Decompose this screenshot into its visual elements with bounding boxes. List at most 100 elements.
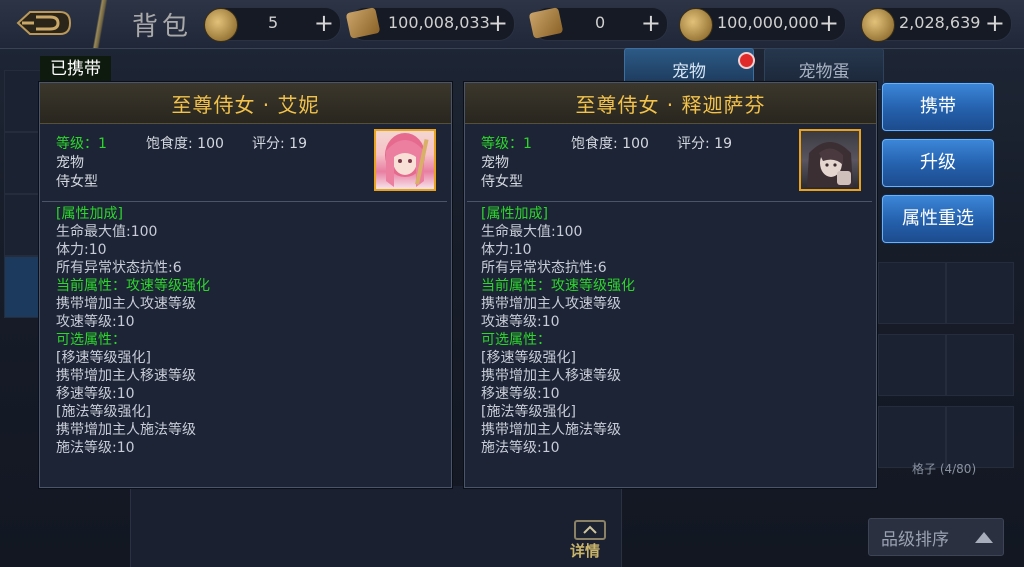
attribute-line: 施法等级:10 (56, 440, 135, 456)
panel-header: 至尊侍女 · 艾妮 (40, 83, 451, 124)
coin-icon (679, 8, 713, 42)
attribute-list: [属性加成] 生命最大值:100 体力:10 所有异常状态抗性:6 当前属性：攻速等级强… (56, 205, 210, 457)
reroll-attributes-button[interactable]: 属性重选 (882, 195, 994, 243)
attribute-line: 移速等级:10 (481, 386, 560, 402)
resource-scroll: 100,008,033 + (345, 7, 515, 41)
attribute-line: 携带增加主人移速等级 (56, 368, 196, 384)
attribute-line: [施法等级强化] (56, 404, 151, 420)
add-button[interactable]: + (641, 10, 661, 36)
grid-cell[interactable] (946, 406, 1014, 468)
add-button[interactable]: + (819, 10, 839, 36)
satiety: 饱食度: 100 (146, 136, 224, 152)
carried-label: 已携带 (40, 56, 111, 82)
attribute-line: 生命最大值:100 (56, 224, 158, 240)
carry-button[interactable]: 携带 (882, 83, 994, 131)
attribute-line: 施法等级:10 (481, 440, 560, 456)
attribute-line: [属性加成] (56, 206, 123, 222)
detail-strip (130, 486, 622, 567)
satiety: 饱食度: 100 (571, 136, 649, 152)
pet-category: 宠物 (481, 155, 509, 171)
attribute-line: [移速等级强化] (56, 350, 151, 366)
pet-panel-right: 至尊侍女 · 释迦萨芬 等级：1 饱食度: 100 评分: 19 宠物 侍女型 [属… (464, 82, 877, 488)
grid-cell[interactable] (878, 406, 946, 468)
add-button[interactable]: + (985, 10, 1005, 36)
pet-panel-left: 至尊侍女 · 艾妮 等级：1 饱食度: 100 评分: 19 宠物 侍女型 [属性加… (39, 82, 452, 488)
dark-hair-girl-portrait[interactable] (799, 129, 861, 191)
panel-header: 至尊侍女 · 释迦萨芬 (465, 83, 876, 124)
attribute-line: 体力:10 (56, 242, 107, 258)
pet-category: 宠物 (56, 155, 84, 171)
pet-name: 至尊侍女 · 艾妮 (171, 93, 320, 117)
attribute-line: 携带增加主人移速等级 (481, 368, 621, 384)
attribute-line: 生命最大值:100 (481, 224, 583, 240)
gold-coin-icon (204, 8, 238, 42)
portrait-art (385, 133, 429, 187)
pink-hair-girl-portrait[interactable] (374, 129, 436, 191)
back-arrow-icon[interactable] (14, 6, 74, 40)
notification-dot (738, 52, 755, 69)
pet-type: 侍女型 (56, 174, 98, 190)
level-label: 等级： (481, 136, 523, 152)
resource-locked-scroll: 0 + (528, 7, 668, 41)
caret-up-icon (975, 532, 993, 543)
grid-cell[interactable] (946, 334, 1014, 396)
panel-divider (42, 201, 447, 202)
level-value: 1 (98, 136, 107, 152)
attribute-line: 携带增加主人施法等级 (481, 422, 621, 438)
resource-value: 2,028,639 (899, 13, 981, 32)
attribute-list: [属性加成] 生命最大值:100 体力:10 所有异常状态抗性:6 当前属性：攻速等级强… (481, 205, 635, 457)
attribute-line: [施法等级强化] (481, 404, 576, 420)
attribute-line: 当前属性：攻速等级强化 (481, 278, 635, 294)
grid-count: 格子 (4/80) (912, 462, 977, 476)
score: 评分: 19 (677, 136, 732, 152)
top-bar: 背包 5 + 100,008,033 + 0 + 100,000,000 + 2… (0, 0, 1024, 49)
upgrade-button[interactable]: 升级 (882, 139, 994, 187)
pet-info: 等级：1 饱食度: 100 评分: 19 宠物 侍女型 (481, 135, 732, 192)
portrait-art (807, 142, 853, 187)
attribute-line: 攻速等级:10 (481, 314, 560, 330)
attribute-line: 携带增加主人攻速等级 (481, 296, 621, 312)
resource-value: 100,008,033 (388, 13, 490, 32)
attribute-line: 携带增加主人攻速等级 (56, 296, 196, 312)
level-field: 等级：1 (56, 135, 146, 154)
add-button[interactable]: + (314, 10, 334, 36)
attribute-line: 可选属性： (481, 332, 551, 348)
resource-value: 0 (595, 13, 606, 32)
level-value: 1 (523, 136, 532, 152)
resource-bound-coin: 2,028,639 + (861, 7, 1012, 42)
level-field: 等级：1 (481, 135, 571, 154)
grid-cell[interactable] (878, 262, 946, 324)
attribute-line: 当前属性：攻速等级强化 (56, 278, 210, 294)
detail-button[interactable]: 详情 (568, 520, 610, 560)
attribute-line: 携带增加主人施法等级 (56, 422, 196, 438)
page-title: 背包 (132, 12, 193, 42)
attribute-line: 攻速等级:10 (56, 314, 135, 330)
attribute-line: 可选属性： (56, 332, 126, 348)
detail-label: 详情 (570, 542, 601, 560)
pet-type: 侍女型 (481, 174, 523, 190)
panel-divider (467, 201, 872, 202)
pet-name: 至尊侍女 · 释迦萨芬 (575, 93, 766, 117)
score: 评分: 19 (252, 136, 307, 152)
attribute-line: 所有异常状态抗性:6 (56, 260, 182, 276)
grid-cell[interactable] (946, 262, 1014, 324)
attribute-line: 移速等级:10 (56, 386, 135, 402)
attribute-line: 体力:10 (481, 242, 532, 258)
scroll-icon (345, 7, 381, 39)
bound-coin-icon (861, 8, 895, 42)
attribute-line: 所有异常状态抗性:6 (481, 260, 607, 276)
resource-gold: 5 + (204, 7, 341, 42)
sort-by-grade-button[interactable]: 品级排序 (868, 518, 1004, 556)
add-button[interactable]: + (488, 10, 508, 36)
grid-cell[interactable] (878, 334, 946, 396)
sort-label: 品级排序 (881, 530, 949, 550)
stage: { "top_bar": { "title": "背包", "resources… (0, 0, 1024, 567)
level-label: 等级： (56, 136, 98, 152)
attribute-line: [移速等级强化] (481, 350, 576, 366)
chevron-up-icon (574, 520, 606, 540)
locked-scroll-icon (528, 7, 564, 39)
resource-coin: 100,000,000 + (679, 7, 846, 42)
pet-info: 等级：1 饱食度: 100 评分: 19 宠物 侍女型 (56, 135, 307, 192)
resource-value: 5 (268, 13, 279, 32)
resource-value: 100,000,000 (717, 13, 819, 32)
